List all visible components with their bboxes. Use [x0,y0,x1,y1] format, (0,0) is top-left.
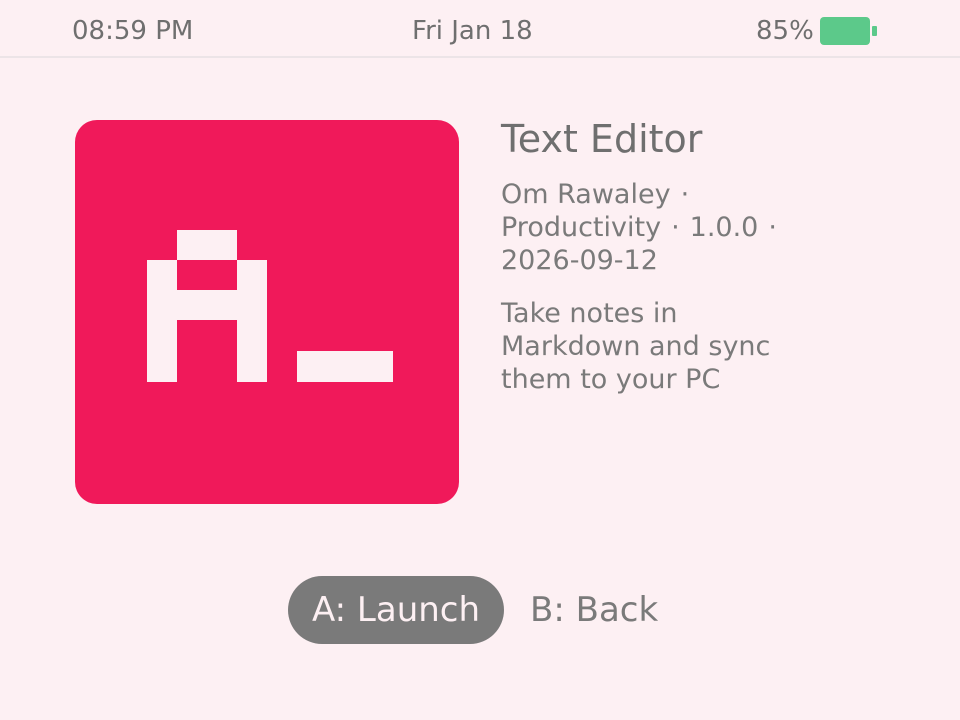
text-editor-icon [75,120,459,504]
back-button[interactable]: B: Back [526,576,662,644]
app-icon [75,120,459,504]
app-details-screen: 08:59 PM Fri Jan 18 85% Text Editor Om R… [0,0,960,720]
status-time: 08:59 PM [72,16,194,46]
glyph-a-leg-left [147,290,177,382]
glyph-a-crossbar [177,290,237,320]
battery-indicator: 85% [756,16,877,46]
app-date: 2026-09-12 [501,244,658,276]
glyph-a-shoulder-right [237,260,267,290]
meta-separator: · [671,211,680,243]
description-line: them to your PC [501,363,721,395]
battery-fill [819,17,870,45]
app-title: Text Editor [501,117,703,161]
action-bar: A: Launch B: Back [288,576,662,644]
meta-separator: · [768,211,777,243]
battery-icon [819,17,877,45]
app-description: Take notes in Markdown and sync them to … [501,297,841,396]
glyph-a-shoulder-left [147,260,177,290]
app-author: Om Rawaley [501,178,671,210]
description-line: Take notes in [501,297,678,329]
launch-button[interactable]: A: Launch [288,576,505,644]
meta-separator: · [680,178,690,210]
app-category: Productivity [501,211,662,243]
description-line: Markdown and sync [501,330,771,362]
battery-percent: 85% [756,16,814,46]
status-bar: 08:59 PM Fri Jan 18 85% [0,0,960,58]
meta-line-2: Productivity · 1.0.0 · [501,211,841,244]
app-meta: Om Rawaley · Productivity · 1.0.0 · 2026-09-… [501,178,841,277]
app-info: Text Editor Om Rawaley · Productivity · 1.0… [501,117,841,396]
glyph-a-top [177,230,237,260]
glyph-underscore [297,351,393,382]
app-version: 1.0.0 [689,211,759,243]
battery-tip [871,26,877,36]
glyph-a-leg-right [237,290,267,382]
meta-line-3: 2026-09-12 [501,244,841,277]
meta-line-1: Om Rawaley · [501,178,841,211]
status-date: Fri Jan 18 [412,16,533,46]
